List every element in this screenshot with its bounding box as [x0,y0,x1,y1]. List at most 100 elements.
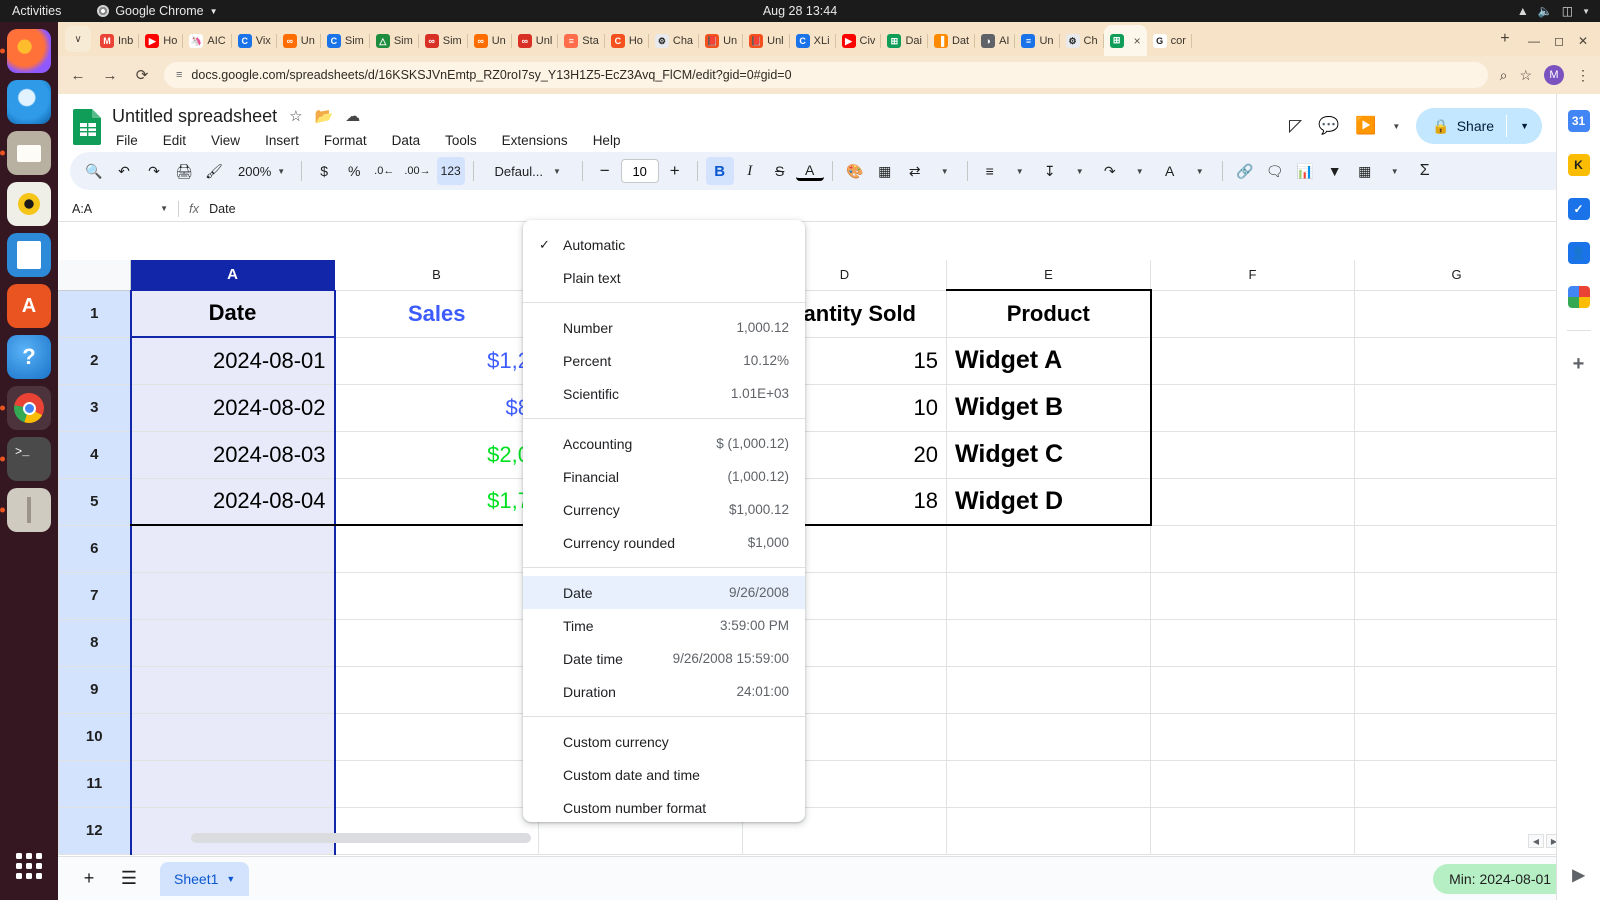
fill-color-icon[interactable]: 🎨 [841,157,869,185]
menu-item-help[interactable]: Help [589,131,625,150]
tab-search-button[interactable]: ∨ [65,26,91,52]
browser-tab[interactable]: Gcor [1147,26,1192,56]
cell-B7[interactable] [334,571,539,620]
row-header-5[interactable]: 5 [58,477,131,526]
star-icon[interactable]: ☆ [1519,67,1532,84]
menu-item-currency[interactable]: Currency $1,000.12 [523,493,805,526]
cell-F1[interactable] [1150,289,1355,338]
browser-tab[interactable]: 📕 Unl [743,26,790,56]
browser-tab[interactable]: C XLi [790,26,836,56]
cloud-saved-icon[interactable]: ☁ [345,107,360,125]
cell-E1[interactable]: Product [946,289,1152,338]
system-tray[interactable]: ▲ 🔈 ◫ ▼ [1517,4,1590,18]
cell-G4[interactable] [1354,430,1559,479]
cell-E3[interactable]: Widget B [946,383,1152,432]
cell-G5[interactable] [1354,477,1559,526]
cell-E8[interactable] [946,618,1151,667]
browser-tab[interactable]: ▶ Ho [139,26,184,56]
browser-tab[interactable]: 🦄 AIC [183,26,232,56]
tasks-icon[interactable]: ✓ [1567,198,1590,220]
dock-item-firefox[interactable] [0,29,51,73]
cell-B1[interactable]: Sales [334,289,539,338]
zoom-icon[interactable]: ⌕ [1500,67,1508,84]
browser-tab[interactable]: △ Sim [370,26,419,56]
row-header-1[interactable]: 1 [58,289,131,338]
horizontal-align-icon[interactable]: ≡ [976,157,1004,185]
dock-item-help[interactable]: ? [7,335,51,379]
sum-icon[interactable]: Σ [1411,157,1439,185]
cell-A1[interactable]: Date [129,289,336,338]
wrap-chevron-down-icon[interactable]: ▼ [1126,157,1154,185]
column-header-B[interactable]: B [334,260,539,291]
minimize-button[interactable]: — [1528,34,1540,48]
keep-icon[interactable]: K [1567,154,1590,176]
zoom-selector[interactable]: 200% ▼ [230,157,293,185]
browser-tab[interactable]: C Vix [232,26,277,56]
version-history-icon[interactable]: ◸ [1289,116,1302,136]
cell-B3[interactable]: $8 [334,383,539,432]
decrease-font-size-button[interactable]: − [591,157,619,185]
close-icon[interactable]: × [1134,34,1141,48]
sheet-tab-sheet1[interactable]: Sheet1 ▼ [160,861,250,896]
cell-G3[interactable] [1354,383,1559,432]
menu-item-date[interactable]: Date 9/26/2008 [523,576,805,609]
cell-B10[interactable] [334,712,539,761]
browser-tab[interactable]: ▐ Dat [928,26,976,56]
bold-button[interactable]: B [705,157,734,185]
undo-icon[interactable]: ↶ [110,157,138,185]
menu-item-custom-currency[interactable]: Custom currency [523,725,805,758]
maps-icon[interactable] [1567,286,1590,308]
add-app-icon[interactable]: + [1567,353,1590,375]
cell-G7[interactable] [1354,571,1559,620]
increase-decimal-icon[interactable]: .00→ [400,157,434,185]
borders-icon[interactable]: ▦ [871,157,899,185]
cell-E11[interactable] [946,759,1151,808]
browser-tab[interactable]: ≡ Sta [558,26,605,56]
cell-A8[interactable] [129,618,336,667]
menu-item-file[interactable]: File [112,131,142,150]
menu-item-accounting[interactable]: Accounting $ (1,000.12) [523,427,805,460]
cell-B8[interactable] [334,618,539,667]
text-rotation-icon[interactable]: A [1156,157,1184,185]
cell-F7[interactable] [1150,571,1355,620]
menu-icon[interactable]: ⋮ [1576,67,1590,84]
cell-G9[interactable] [1354,665,1559,714]
cell-F4[interactable] [1150,430,1355,479]
menu-item-plain-text[interactable]: Plain text [523,261,805,294]
app-menu[interactable]: Google Chrome ▼ [97,4,218,18]
comment-icon[interactable]: 💬 [1318,116,1339,136]
cell-F9[interactable] [1150,665,1355,714]
scroll-left-icon[interactable]: ◀ [1528,834,1544,848]
decrease-decimal-icon[interactable]: .0← [370,157,398,185]
browser-tab[interactable]: ∞ Un [468,26,512,56]
text-color-button[interactable]: A [795,161,824,181]
vertical-align-icon[interactable]: ↧ [1036,157,1064,185]
insert-chart-icon[interactable]: 📊 [1291,157,1319,185]
row-header-3[interactable]: 3 [58,383,131,432]
browser-tab[interactable]: ▶ Civ [836,26,882,56]
functions-chevron-down-icon[interactable]: ▼ [1381,157,1409,185]
meet-chevron-down-icon[interactable]: ▼ [1392,122,1400,131]
browser-tab[interactable]: ◑ AI [975,26,1016,56]
browser-tab[interactable]: 📕 Un [699,26,744,56]
site-settings-icon[interactable]: ≡ [176,69,182,81]
spreadsheet-grid[interactable]: ABCDEFG 1DateSalesQuantity SoldProduct22… [58,260,1600,860]
cell-F2[interactable] [1150,336,1355,385]
cell-F8[interactable] [1150,618,1355,667]
menu-item-number[interactable]: Number 1,000.12 [523,311,805,344]
cell-B9[interactable] [334,665,539,714]
cell-E2[interactable]: Widget A [946,336,1152,385]
share-button[interactable]: 🔒 Share ▼ [1416,108,1542,144]
menu-item-view[interactable]: View [207,131,244,150]
browser-tab[interactable]: C Ho [605,26,649,56]
dock-item-google-chrome[interactable] [0,386,51,430]
cell-F12[interactable] [1150,806,1355,855]
menu-item-currency-rounded[interactable]: Currency rounded $1,000 [523,526,805,559]
cell-A5[interactable]: 2024-08-04 [129,477,336,526]
browser-tab[interactable]: ⚙ Cha [649,26,700,56]
menu-item-financial[interactable]: Financial (1,000.12) [523,460,805,493]
column-header-E[interactable]: E [946,260,1151,291]
filter-icon[interactable]: ▼ [1321,157,1349,185]
meet-icon[interactable]: ▶️ [1355,116,1376,136]
dock-item-terminal[interactable]: >_ [0,437,51,481]
